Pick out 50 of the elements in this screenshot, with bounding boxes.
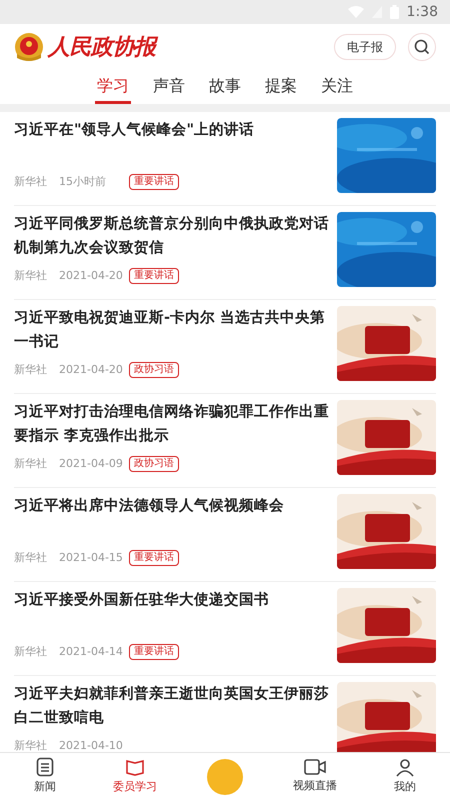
search-icon — [414, 39, 430, 55]
news-source: 新华社 — [14, 550, 47, 566]
news-item[interactable]: 习近平在"领导人气候峰会"上的讲话 新华社 15小时前 重要讲话 — [14, 112, 436, 206]
news-time: 2021-04-10 — [59, 738, 124, 752]
news-time: 15小时前 — [59, 174, 107, 190]
nav-tab[interactable]: 视频直播 — [270, 758, 360, 795]
news-item[interactable]: 习近平同俄罗斯总统普京分别向中俄执政党对话机制第九次会议致贺信 新华社 2021-04-20 重要讲话 — [14, 206, 436, 300]
status-time: 1:38 — [406, 2, 438, 22]
news-item[interactable]: 习近平对打击治理电信网络诈骗犯罪工作作出重要指示 李克强作出批示 新华社 2021-04-09 政协习语 — [14, 394, 436, 488]
news-tag: 政协习语 — [129, 456, 179, 472]
news-item[interactable]: 习近平将出席中法德领导人气候视频峰会 新华社 2021-04-15 重要讲话 — [14, 488, 436, 582]
news-title: 习近平夫妇就菲利普亲王逝世向英国女王伊丽莎白二世致唁电 — [14, 684, 329, 728]
category-tab[interactable]: 关注 — [319, 70, 355, 104]
news-tag: 重要讲话 — [129, 644, 179, 660]
news-title: 习近平致电祝贺迪亚斯-卡内尔 当选古共中央第一书记 — [14, 308, 326, 352]
news-tag: 重要讲话 — [129, 550, 179, 566]
news-time: 2021-04-09 — [59, 456, 124, 472]
search-button[interactable] — [408, 33, 436, 61]
news-source: 新华社 — [14, 362, 47, 378]
news-title: 习近平将出席中法德领导人气候视频峰会 — [14, 496, 285, 516]
news-tag: 重要讲话 — [129, 268, 179, 284]
nav-tab[interactable]: 我的 — [360, 757, 450, 796]
news-tag: 政协习语 — [129, 362, 179, 378]
nav-tab[interactable]: 委员学习 — [90, 757, 180, 796]
user-icon — [395, 757, 415, 778]
news-title: 习近平对打击治理电信网络诈骗犯罪工作作出重要指示 李克强作出批示 — [14, 402, 329, 446]
nav-tab[interactable]: 新闻 — [0, 757, 90, 796]
news-item[interactable]: 习近平接受外国新任驻华大使递交国书 新华社 2021-04-14 重要讲话 — [14, 582, 436, 676]
category-tab[interactable]: 声音 — [151, 70, 187, 104]
epaper-button[interactable]: 电子报 — [334, 34, 396, 60]
news-source: 新华社 — [14, 174, 47, 190]
news-source: 新华社 — [14, 738, 47, 752]
news-tag: 重要讲话 — [129, 174, 179, 190]
category-tab[interactable]: 提案 — [263, 70, 299, 104]
news-time: 2021-04-14 — [59, 644, 124, 660]
news-source: 新华社 — [14, 644, 47, 660]
category-tab[interactable]: 故事 — [207, 70, 243, 104]
news-source: 新华社 — [14, 268, 47, 284]
news-time: 2021-04-15 — [59, 550, 124, 566]
document-icon — [36, 757, 54, 778]
news-title: 习近平在"领导人气候峰会"上的讲话 — [14, 120, 256, 140]
news-item[interactable]: 习近平致电祝贺迪亚斯-卡内尔 当选古共中央第一书记 新华社 2021-04-20 政协习语 — [14, 300, 436, 394]
emblem-icon — [14, 32, 44, 62]
news-time: 2021-04-20 — [59, 268, 124, 284]
news-source: 新华社 — [14, 456, 47, 472]
news-title: 习近平接受外国新任驻华大使递交国书 — [14, 590, 270, 610]
news-time: 2021-04-20 — [59, 362, 124, 378]
news-title: 习近平同俄罗斯总统普京分别向中俄执政党对话机制第九次会议致贺信 — [14, 214, 329, 258]
book-icon — [125, 757, 145, 778]
video-icon — [304, 758, 326, 776]
